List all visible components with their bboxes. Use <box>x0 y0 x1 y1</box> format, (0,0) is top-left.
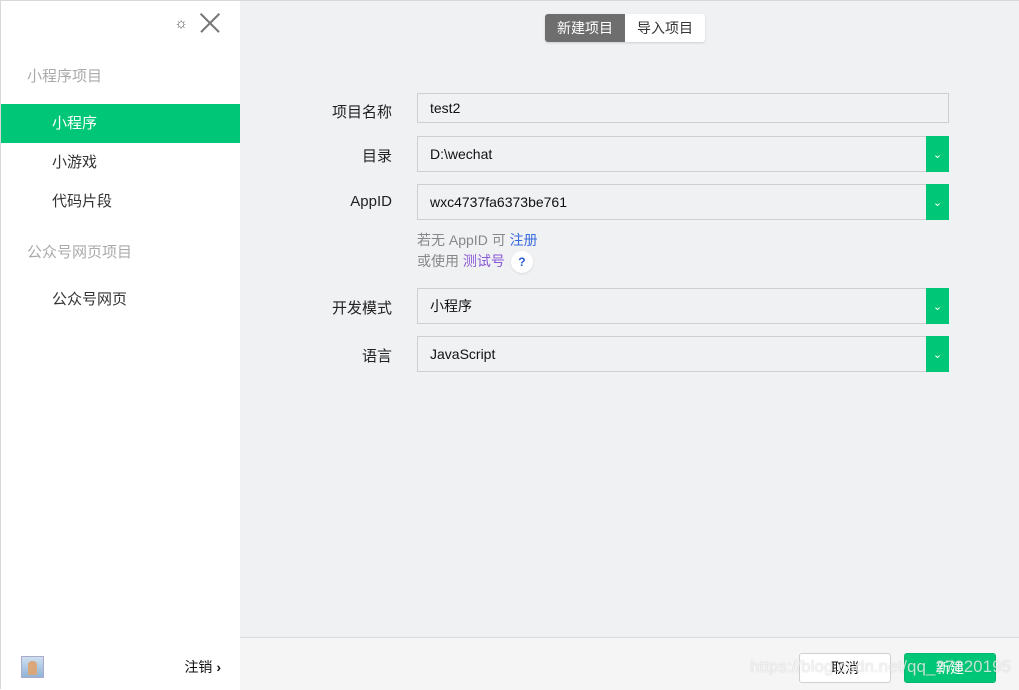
tab-bar: 新建项目 导入项目 <box>545 14 705 42</box>
project-name-value: test2 <box>430 100 461 116</box>
section-title-miniprogram: 小程序项目 <box>27 68 103 85</box>
chevron-down-icon[interactable]: ⌄ <box>926 288 949 324</box>
help-icon[interactable]: ? <box>510 251 533 273</box>
register-hint: 若无 AppID 可 注册 <box>417 230 538 250</box>
tab-import-project[interactable]: 导入项目 <box>625 14 705 42</box>
sidebar: ☼ 小程序项目 小程序 小游戏 代码片段 公众号网页项目 公众号网页 注销 › <box>0 0 240 689</box>
appid-select[interactable]: wxc4737fa6373be761 ⌄ <box>417 184 949 220</box>
section-title-official-account: 公众号网页项目 <box>27 244 133 261</box>
logout-label: 注销 <box>184 659 213 675</box>
appid-label: AppID <box>350 193 392 210</box>
directory-value: D:\wechat <box>430 146 493 162</box>
directory-label: 目录 <box>361 148 392 165</box>
chevron-right-icon: › <box>216 659 221 675</box>
cancel-button[interactable]: 取消 <box>799 653 891 683</box>
test-account-link[interactable]: 测试号 <box>463 253 505 269</box>
project-name-label: 项目名称 <box>331 104 392 121</box>
project-name-input[interactable]: test2 <box>417 93 949 123</box>
directory-select[interactable]: D:\wechat ⌄ <box>417 136 949 172</box>
sidebar-item-code-snippet[interactable]: 代码片段 <box>1 182 240 221</box>
language-label: 语言 <box>361 348 392 365</box>
close-icon[interactable] <box>200 13 220 33</box>
appid-value: wxc4737fa6373be761 <box>430 194 568 210</box>
dev-mode-select[interactable]: 小程序 ⌄ <box>417 288 949 324</box>
gear-icon[interactable]: ☼ <box>174 15 188 32</box>
dev-mode-value: 小程序 <box>430 298 472 314</box>
sidebar-item-miniprogram[interactable]: 小程序 <box>1 104 240 143</box>
dev-mode-label: 开发模式 <box>331 300 392 317</box>
test-account-hint: 或使用 测试号? <box>417 251 533 273</box>
logout-button[interactable]: 注销 › <box>184 657 221 677</box>
register-link[interactable]: 注册 <box>510 232 538 248</box>
language-value: JavaScript <box>430 346 496 362</box>
chevron-down-icon[interactable]: ⌄ <box>926 184 949 220</box>
main-panel: 新建项目 导入项目 项目名称 test2 目录 D:\wechat ⌄ AppID… <box>240 0 1019 690</box>
sidebar-item-official-web[interactable]: 公众号网页 <box>1 280 240 319</box>
footer: 取消 新建 <box>240 637 1019 690</box>
test-account-hint-text: 或使用 <box>417 253 459 269</box>
sidebar-item-minigame[interactable]: 小游戏 <box>1 143 240 182</box>
chevron-down-icon[interactable]: ⌄ <box>926 336 949 372</box>
avatar[interactable] <box>21 656 44 678</box>
create-button[interactable]: 新建 <box>904 653 996 683</box>
chevron-down-icon[interactable]: ⌄ <box>926 136 949 172</box>
register-hint-text: 若无 AppID 可 <box>417 232 506 248</box>
tab-new-project[interactable]: 新建项目 <box>545 14 625 42</box>
language-select[interactable]: JavaScript ⌄ <box>417 336 949 372</box>
